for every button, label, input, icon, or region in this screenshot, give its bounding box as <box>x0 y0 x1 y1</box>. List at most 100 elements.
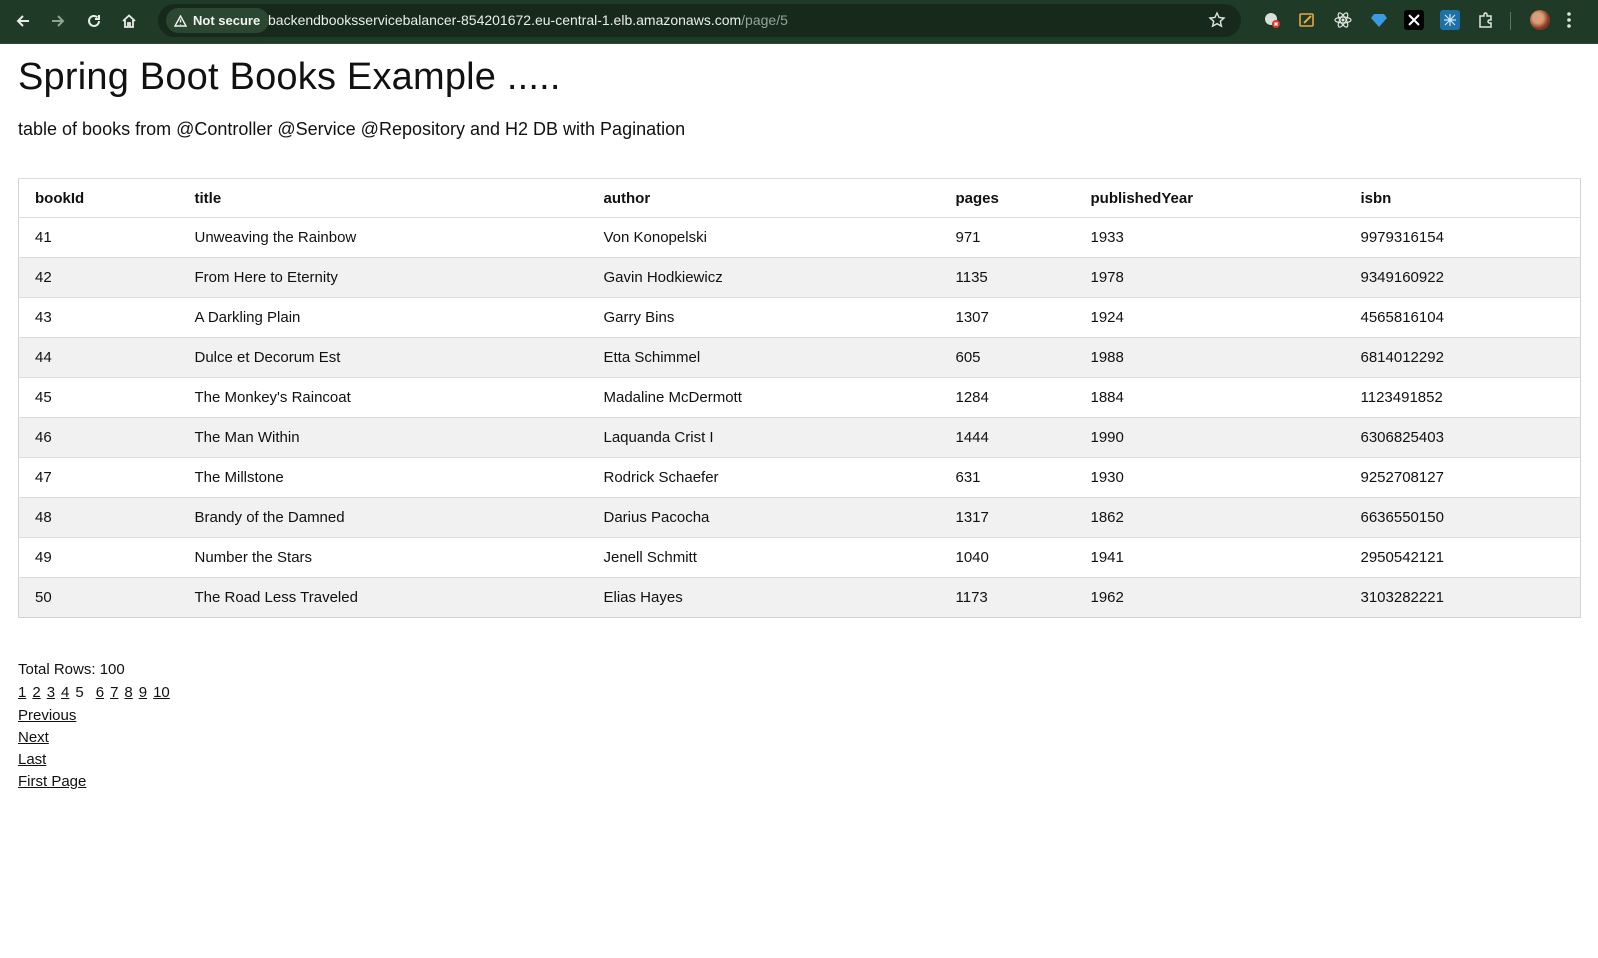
table-cell: 43 <box>18 297 179 338</box>
table-cell: 45 <box>18 377 179 418</box>
table-cell: 48 <box>18 497 179 538</box>
previous-link[interactable]: Previous <box>18 707 76 724</box>
extension-react-icon[interactable] <box>1333 10 1353 30</box>
page-number-link[interactable]: 4 <box>61 684 69 701</box>
table-header-row: bookId title author pages publishedYear … <box>18 178 1581 218</box>
table-cell: 605 <box>939 337 1075 378</box>
column-header: publishedYear <box>1074 178 1345 218</box>
total-rows: Total Rows: 100 <box>18 661 125 678</box>
last-link[interactable]: Last <box>18 751 46 768</box>
table-cell: 631 <box>939 457 1075 498</box>
table-cell: 47 <box>18 457 179 498</box>
table-cell: 1941 <box>1074 537 1345 578</box>
current-page-number: 5 <box>75 684 84 701</box>
table-cell: Unweaving the Rainbow <box>178 217 588 258</box>
books-table: bookId title author pages publishedYear … <box>18 178 1581 618</box>
table-cell: 1978 <box>1074 257 1345 298</box>
address-bar[interactable]: Not secure backendbooksservicebalancer-8… <box>158 4 1241 37</box>
table-cell: 971 <box>939 217 1075 258</box>
table-row: 43 A Darkling Plain Garry Bins 1307 1924 4565… <box>18 297 1581 338</box>
page-number-item: 5 <box>75 684 89 701</box>
next-link[interactable]: Next <box>18 729 49 746</box>
page-subtitle: table of books from @Controller @Service… <box>18 119 686 139</box>
table-cell: 44 <box>18 337 179 378</box>
page-number-link[interactable]: 7 <box>110 684 118 701</box>
table-cell: 1988 <box>1074 337 1345 378</box>
security-label: Not secure <box>193 13 261 28</box>
page-number-link[interactable]: 1 <box>18 684 26 701</box>
table-cell: Etta Schimmel <box>587 337 940 378</box>
table-cell: 42 <box>18 257 179 298</box>
pagination-links: Previous Next Last First Page <box>18 705 86 793</box>
table-cell: 1884 <box>1074 377 1345 418</box>
table-row: 50 The Road Less Traveled Elias Hayes 1173 1… <box>18 577 1581 618</box>
column-header: bookId <box>18 178 179 218</box>
column-header: pages <box>939 178 1075 218</box>
table-cell: 9252708127 <box>1344 457 1581 498</box>
table-cell: 1990 <box>1074 417 1345 458</box>
table-cell: 1930 <box>1074 457 1345 498</box>
table-cell: 1123491852 <box>1344 377 1581 418</box>
table-cell: 6306825403 <box>1344 417 1581 458</box>
page-number-item: 7 <box>110 684 118 701</box>
table-cell: 1933 <box>1074 217 1345 258</box>
page-number-link[interactable]: 3 <box>47 684 55 701</box>
page-number-link[interactable]: 10 <box>153 684 170 701</box>
page-number-link[interactable]: 9 <box>139 684 147 701</box>
table-cell: 1040 <box>939 537 1075 578</box>
security-indicator[interactable]: Not secure <box>166 8 270 33</box>
page-number-item: 4 <box>61 684 69 701</box>
url-text[interactable]: backendbooksservicebalancer-854201672.eu… <box>268 12 788 28</box>
page-number-item: 10 <box>153 684 170 701</box>
table-cell: 2950542121 <box>1344 537 1581 578</box>
page-number-item: 3 <box>47 684 55 701</box>
table-cell: Laquanda Crist I <box>587 417 940 458</box>
column-header: isbn <box>1344 178 1581 218</box>
reload-icon[interactable] <box>81 8 107 34</box>
page-number-item: 1 <box>18 684 26 701</box>
table-cell: 6814012292 <box>1344 337 1581 378</box>
extension-x-icon[interactable] <box>1404 10 1424 30</box>
extension-gem-icon[interactable] <box>1369 10 1389 30</box>
page-number-item: 8 <box>124 684 132 701</box>
extensions-puzzle-icon[interactable] <box>1476 10 1496 30</box>
forward-icon[interactable] <box>45 8 71 34</box>
table-cell: 9349160922 <box>1344 257 1581 298</box>
table-cell: 1317 <box>939 497 1075 538</box>
table-row: 45 The Monkey's Raincoat Madaline McDermot… <box>18 377 1581 418</box>
extension-grid-icon[interactable] <box>1440 10 1460 30</box>
table-cell: 1924 <box>1074 297 1345 338</box>
table-cell: 4565816104 <box>1344 297 1581 338</box>
table-cell: 41 <box>18 217 179 258</box>
home-icon[interactable] <box>116 8 142 34</box>
extension-block-icon[interactable] <box>1262 10 1282 30</box>
menu-kebab-icon[interactable] <box>1566 9 1572 36</box>
extension-notes-icon[interactable] <box>1297 10 1317 30</box>
page-number-item: 9 <box>139 684 147 701</box>
page-number-link[interactable]: 6 <box>96 684 104 701</box>
table-cell: Jenell Schmitt <box>587 537 940 578</box>
table-row: 41 Unweaving the Rainbow Von Konopelski 971… <box>18 217 1581 258</box>
table-cell: 6636550150 <box>1344 497 1581 538</box>
table-cell: The Road Less Traveled <box>178 577 588 618</box>
table-cell: Number the Stars <box>178 537 588 578</box>
table-cell: The Millstone <box>178 457 588 498</box>
table-cell: 1444 <box>939 417 1075 458</box>
table-cell: Darius Pacocha <box>587 497 940 538</box>
column-header: author <box>587 178 940 218</box>
table-cell: The Monkey's Raincoat <box>178 377 588 418</box>
first-page-link[interactable]: First Page <box>18 773 86 790</box>
table-row: 47 The Millstone Rodrick Schaefer 631 1930 92… <box>18 457 1581 498</box>
bookmark-star-icon[interactable] <box>1208 11 1226 34</box>
profile-avatar[interactable] <box>1530 10 1550 30</box>
table-cell: 46 <box>18 417 179 458</box>
page-number-link[interactable]: 8 <box>124 684 132 701</box>
back-icon[interactable] <box>10 8 36 34</box>
table-cell: Rodrick Schaefer <box>587 457 940 498</box>
table-row: 46 The Man Within Laquanda Crist I 1444 1990… <box>18 417 1581 458</box>
page-number-link[interactable]: 2 <box>32 684 40 701</box>
table-cell: 1307 <box>939 297 1075 338</box>
column-header: title <box>178 178 588 218</box>
table-cell: Von Konopelski <box>587 217 940 258</box>
table-cell: Dulce et Decorum Est <box>178 337 588 378</box>
